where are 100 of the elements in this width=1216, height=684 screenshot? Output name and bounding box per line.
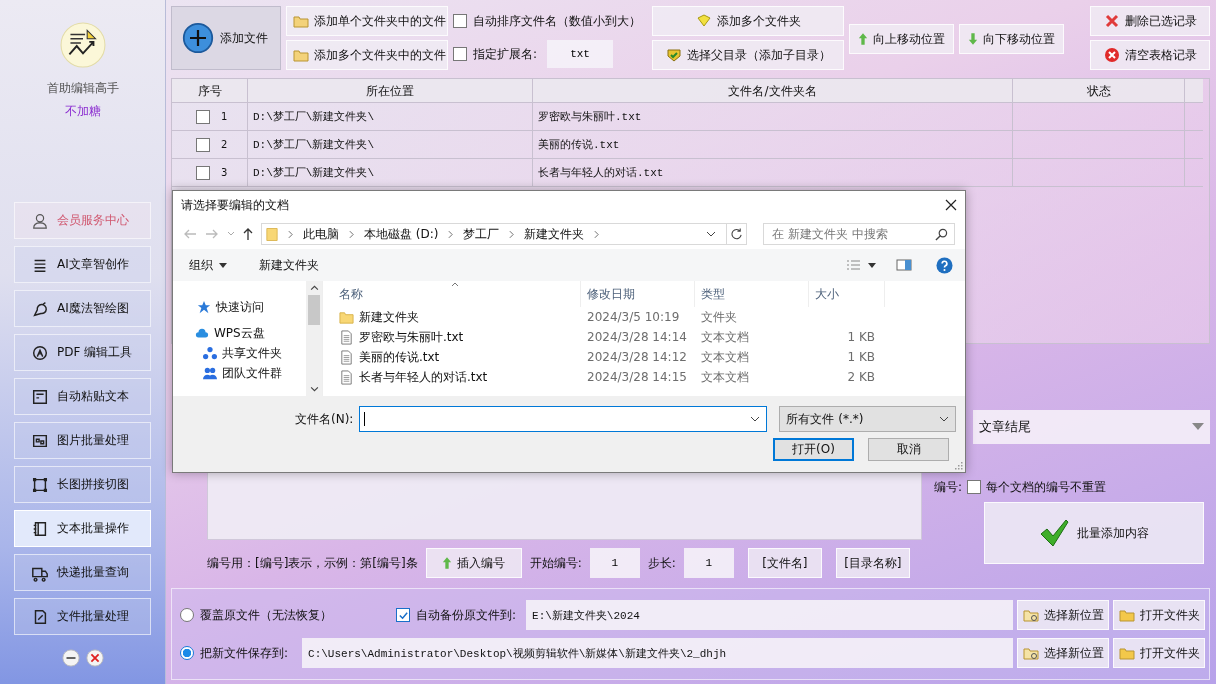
table-cell: D:\梦工厂\新建文件夹\ [248, 159, 533, 187]
add-multiple-folders-files-button[interactable]: 添加多个文件夹中的文件 [286, 40, 448, 70]
sidebar-item[interactable]: PDF 编辑工具 [14, 334, 151, 371]
scroll-down-icon [309, 386, 319, 392]
file-size: 1 KB [847, 350, 875, 364]
column-header[interactable]: 类型 [695, 281, 809, 307]
star-icon [197, 300, 211, 314]
scroll-thumb[interactable] [308, 295, 320, 325]
choose-location-button[interactable]: 选择新位置 [1017, 600, 1109, 630]
file-name: 美丽的传说.txt [359, 348, 440, 366]
step-field[interactable]: 1 [683, 548, 734, 578]
address-bar[interactable]: 此电脑 本地磁盘 (D:) 梦工厂 新建文件夹 [261, 223, 747, 245]
search-field[interactable]: 在 新建文件夹 中搜索 [763, 223, 955, 245]
numbering-label: 编号: [934, 478, 963, 496]
file-row[interactable]: 长者与年轻人的对话.txt 2024/3/28 14:15 文本文档 2 KB [333, 367, 965, 387]
shield-check-icon [665, 47, 682, 63]
radio-button[interactable] [180, 608, 194, 622]
select-parent-button[interactable]: 选择父目录（添加子目录） [652, 40, 844, 70]
dropdown-arrow-icon [1192, 423, 1204, 431]
breadcrumb-item[interactable]: 此电脑 [303, 225, 339, 243]
menu-item-icon [31, 299, 49, 318]
path-field[interactable]: C:\Users\Administrator\Desktop\视频剪辑软件\新媒体\新建文件夹\2_dhjh [302, 638, 1013, 668]
add-file-button[interactable]: 添加文件 [171, 6, 281, 70]
start-number-field[interactable]: 1 [589, 548, 640, 578]
minimize-icon[interactable] [61, 649, 80, 667]
open-button[interactable]: 打开(O) [773, 438, 854, 461]
path-field[interactable]: E:\新建文件夹\2024 [526, 600, 1013, 630]
cloud-icon [195, 326, 209, 340]
row-checkbox[interactable] [195, 165, 210, 180]
apply-button[interactable]: 批量添加内容 [984, 502, 1204, 564]
delete-selected-button[interactable]: 删除已选记录 [1090, 6, 1210, 36]
close-icon[interactable] [945, 199, 957, 211]
file-row[interactable]: 新建文件夹 2024/3/5 10:19 文件夹 [333, 307, 965, 327]
preview-pane-icon[interactable] [896, 259, 912, 271]
sidebar-item[interactable]: AI文章智创作 [14, 246, 151, 283]
navigation-item[interactable]: 快速访问 [173, 297, 306, 317]
caret-icon [219, 262, 227, 268]
text-file-icon [339, 349, 354, 365]
directory-name-button[interactable]: [目录名称] [835, 548, 910, 578]
file-name-button[interactable]: [文件名] [747, 548, 822, 578]
numbering-hint: 编号用：[编号]表示，示例：第[编号]条 [207, 554, 418, 572]
open-folder-button[interactable]: 打开文件夹 [1113, 600, 1205, 630]
chevron-down-icon[interactable] [706, 231, 716, 237]
row-checkbox[interactable] [195, 109, 210, 124]
breadcrumb-item[interactable]: 新建文件夹 [524, 225, 585, 243]
column-header[interactable]: 修改日期 [581, 281, 695, 307]
scrollbar[interactable] [306, 281, 322, 396]
breadcrumb-item[interactable]: 本地磁盘 (D:) [364, 225, 439, 243]
file-type-dropdown[interactable]: 所有文件 (*.*) [779, 406, 957, 432]
extension-field[interactable]: txt [547, 40, 614, 68]
row-checkbox[interactable] [195, 137, 210, 152]
app-name: 首助编辑高手 [46, 80, 119, 97]
sidebar-item[interactable]: 图片批量处理 [14, 422, 151, 459]
help-icon[interactable] [936, 256, 953, 274]
auto-sort-label: 自动排序文件名（数值小到大） [473, 12, 641, 30]
file-row[interactable]: 美丽的传说.txt 2024/3/28 14:12 文本文档 1 KB [333, 347, 965, 367]
organize-menu[interactable]: 组织 [189, 256, 235, 274]
file-name-field[interactable] [359, 406, 768, 432]
sidebar-item[interactable]: AI魔法智绘图 [14, 290, 151, 327]
navigation-item[interactable]: WPS云盘 [173, 323, 306, 343]
sidebar-item[interactable]: 长图拼接切图 [14, 466, 151, 503]
navigation-item[interactable]: 团队文件群 [173, 363, 306, 383]
open-folder-button[interactable]: 打开文件夹 [1113, 638, 1205, 668]
column-header[interactable]: 大小 [809, 281, 885, 307]
table-cell: 罗密欧与朱丽叶.txt [533, 103, 1013, 131]
clear-table-button[interactable]: 清空表格记录 [1090, 40, 1210, 70]
navigation-item[interactable]: 共享文件夹 [173, 343, 306, 363]
cancel-button[interactable]: 取消 [868, 438, 949, 461]
file-size: 2 KB [847, 370, 875, 384]
choose-location-button[interactable]: 选择新位置 [1017, 638, 1109, 668]
checkbox[interactable] [396, 608, 410, 622]
radio-label: 覆盖原文件（无法恢复） [200, 606, 332, 624]
column-header: 文件名/文件夹名 [533, 79, 1013, 103]
insert-number-button[interactable]: 插入编号 [425, 548, 522, 578]
caret-icon[interactable] [868, 262, 876, 268]
scroll-up-icon [309, 285, 319, 291]
radio-button[interactable] [180, 646, 194, 660]
file-row[interactable]: 罗密欧与朱丽叶.txt 2024/3/28 14:14 文本文档 1 KB [333, 327, 965, 347]
sidebar-item[interactable]: 自动粘贴文本 [14, 378, 151, 415]
add-single-folder-button[interactable]: 添加单个文件夹中的文件 [286, 6, 448, 36]
position-dropdown[interactable]: 文章结尾 [973, 410, 1210, 444]
checkbox[interactable] [453, 14, 467, 28]
sidebar-item[interactable]: 文件批量处理 [14, 598, 151, 635]
resize-grip-icon[interactable] [955, 462, 963, 470]
text-file-icon [339, 329, 354, 345]
sidebar-item[interactable]: 快递批量查询 [14, 554, 151, 591]
add-folders-button[interactable]: 添加多个文件夹 [652, 6, 844, 36]
column-header[interactable]: 名称 [333, 281, 581, 307]
new-folder-button[interactable]: 新建文件夹 [259, 256, 327, 274]
breadcrumb-item[interactable]: 梦工厂 [463, 225, 500, 243]
column-header: 状态 [1013, 79, 1185, 103]
move-up-button[interactable]: 向上移动位置 [849, 24, 954, 54]
table-cell: 长者与年轻人的对话.txt [533, 159, 1013, 187]
checkbox[interactable] [967, 480, 982, 494]
sidebar-item[interactable]: 文本批量操作 [14, 510, 151, 547]
move-down-button[interactable]: 向下移动位置 [959, 24, 1064, 54]
up-arrow-icon[interactable] [243, 227, 253, 241]
checkbox[interactable] [453, 47, 467, 61]
cross-icon [1103, 13, 1120, 29]
table-cell: 美丽的传说.txt [533, 131, 1013, 159]
